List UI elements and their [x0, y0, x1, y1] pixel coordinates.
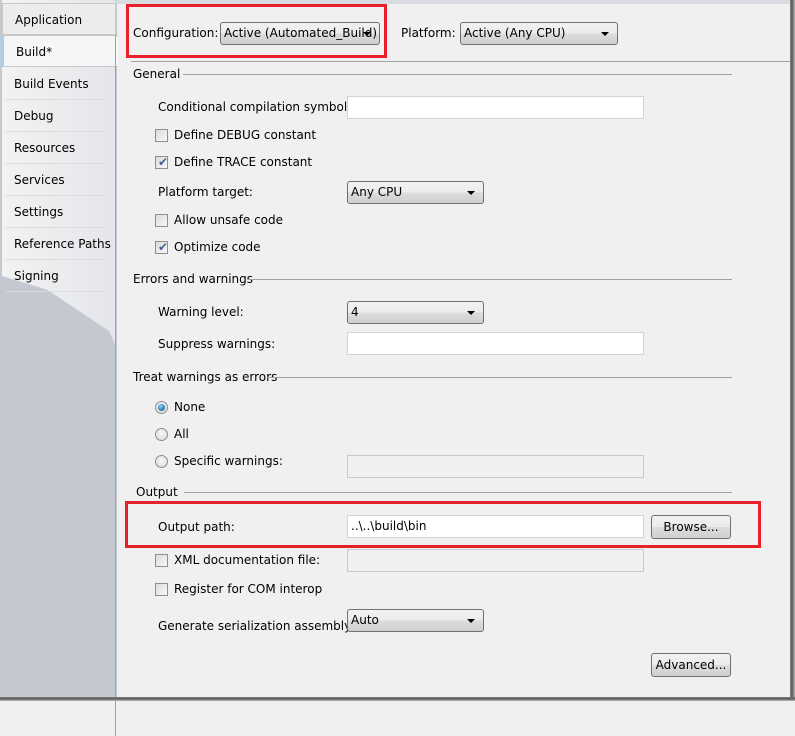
radio-all-label: All [174, 427, 189, 441]
checkmark-icon: ✔ [158, 155, 169, 169]
com-interop-label: Register for COM interop [174, 582, 323, 596]
radio-specific-warnings[interactable] [155, 455, 168, 468]
xml-doc-label: XML documentation file: [174, 553, 321, 567]
conditional-symbols-input[interactable] [347, 96, 644, 119]
suppress-warnings-input[interactable] [347, 332, 644, 355]
section-title-treat-warnings: Treat warnings as errors [133, 370, 278, 384]
define-debug-checkbox[interactable] [155, 129, 168, 142]
tab-signing[interactable]: Signing [2, 260, 115, 292]
com-interop-checkbox[interactable] [155, 583, 168, 596]
tab-label: Application [15, 13, 83, 27]
optimize-code-checkbox[interactable]: ✔ [155, 240, 169, 254]
conditional-symbols-label: Conditional compilation symbols: [158, 100, 358, 114]
platform-label: Platform: [401, 26, 456, 40]
tab-label: Services [14, 173, 65, 187]
radio-selected-dot [158, 404, 165, 411]
chevron-down-icon [467, 311, 475, 315]
section-title-output: Output [136, 485, 178, 499]
allow-unsafe-checkbox[interactable] [155, 214, 168, 227]
checkmark-icon: ✔ [158, 240, 169, 254]
allow-unsafe-label: Allow unsafe code [174, 213, 284, 227]
chevron-down-icon [467, 191, 475, 195]
radio-none-label: None [174, 400, 206, 414]
tab-reference-paths[interactable]: Reference Paths [2, 228, 115, 260]
platform-target-value: Any CPU [351, 185, 403, 199]
chevron-down-icon [363, 32, 371, 36]
output-path-label: Output path: [158, 520, 235, 534]
radio-none[interactable] [155, 401, 168, 414]
section-line [267, 377, 732, 378]
configuration-label: Configuration: [133, 26, 219, 40]
suppress-warnings-label: Suppress warnings: [158, 337, 276, 351]
tab-debug[interactable]: Debug [2, 100, 115, 132]
xml-doc-checkbox[interactable] [155, 554, 168, 567]
tab-build-events[interactable]: Build Events [2, 68, 115, 100]
serialization-label: Generate serialization assembly: [158, 619, 355, 633]
radio-specific-label: Specific warnings: [174, 454, 283, 468]
tab-settings[interactable]: Settings [2, 196, 115, 228]
define-trace-label: Define TRACE constant [174, 155, 313, 169]
optimize-code-label: Optimize code [174, 240, 261, 254]
define-trace-checkbox[interactable]: ✔ [155, 155, 169, 169]
tab-label: Resources [14, 141, 76, 155]
section-title-errors: Errors and warnings [133, 272, 254, 286]
browse-button[interactable]: Browse... [651, 515, 731, 539]
chevron-down-icon [467, 619, 475, 623]
warning-level-dropdown[interactable]: 4 [347, 301, 484, 324]
section-line [247, 279, 732, 280]
chevron-down-icon [601, 32, 609, 36]
tab-label: Build Events [14, 77, 89, 91]
section-line [184, 492, 732, 493]
window-right-edge [790, 0, 795, 701]
tab-label: Settings [14, 205, 64, 219]
window-bottom-edge [0, 697, 795, 701]
configuration-dropdown[interactable]: Active (Automated_Build) [220, 22, 380, 45]
xml-doc-input[interactable] [347, 549, 644, 572]
serialization-value: Auto [351, 613, 379, 627]
section-title-general: General [133, 67, 181, 81]
define-debug-label: Define DEBUG constant [174, 128, 317, 142]
tab-label: Build* [16, 45, 53, 59]
configuration-value: Active (Automated_Build) [224, 26, 378, 40]
tab-resources[interactable]: Resources [2, 132, 115, 164]
platform-value: Active (Any CPU) [464, 26, 566, 40]
tab-label: Debug [14, 109, 54, 123]
tab-label: Signing [14, 269, 59, 283]
tab-label: Reference Paths [14, 237, 111, 251]
platform-target-label: Platform target: [158, 185, 253, 199]
advanced-button[interactable]: Advanced... [651, 653, 731, 677]
platform-dropdown[interactable]: Active (Any CPU) [460, 22, 618, 45]
tab-services[interactable]: Services [2, 164, 115, 196]
platform-target-dropdown[interactable]: Any CPU [347, 181, 484, 204]
header-divider [131, 61, 790, 62]
tab-divider [115, 35, 116, 736]
section-line [183, 74, 732, 75]
tab-application[interactable]: Application [2, 3, 115, 35]
radio-all[interactable] [155, 428, 168, 441]
serialization-dropdown[interactable]: Auto [347, 609, 484, 632]
warning-level-value: 4 [351, 305, 359, 319]
warning-level-label: Warning level: [158, 305, 244, 319]
specific-warnings-input[interactable] [347, 455, 644, 478]
output-path-input[interactable]: ..\..\build\bin [347, 515, 644, 538]
tab-build[interactable]: Build* [2, 35, 118, 67]
